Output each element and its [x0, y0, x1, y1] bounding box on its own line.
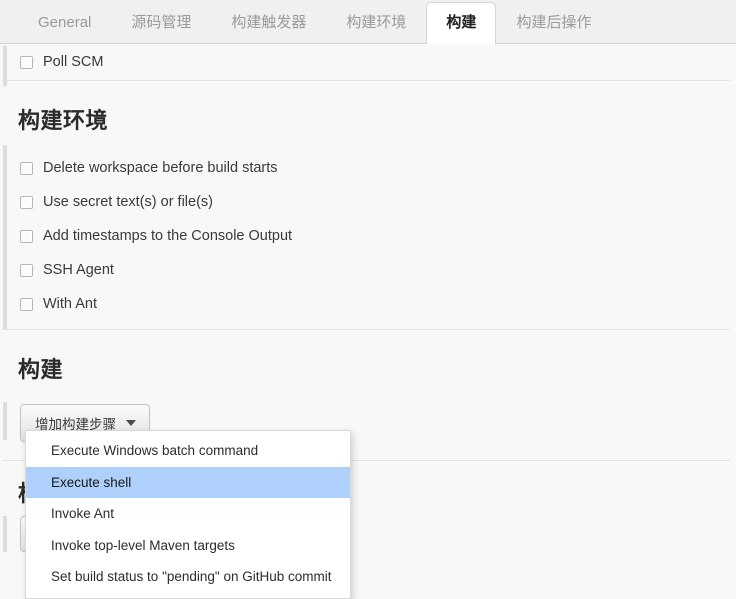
build-step-dropdown-menu: Execute Windows batch command Execute sh…: [25, 430, 351, 599]
use-secret-text-checkbox[interactable]: [20, 195, 33, 209]
poll-scm-row: Poll SCM: [0, 44, 736, 86]
tab-build-triggers[interactable]: 构建触发器: [211, 2, 326, 43]
tab-build-environment[interactable]: 构建环境: [326, 2, 426, 43]
option-ssh-agent: SSH Agent: [0, 253, 736, 287]
menu-item-execute-windows-batch-command[interactable]: Execute Windows batch command: [26, 435, 350, 467]
add-timestamps-label: Add timestamps to the Console Output: [43, 228, 293, 244]
delete-workspace-label: Delete workspace before build starts: [43, 160, 278, 176]
form-rail: [3, 402, 7, 440]
menu-item-invoke-ant[interactable]: Invoke Ant: [26, 498, 350, 530]
tab-source-code-management[interactable]: 源码管理: [111, 2, 211, 43]
ssh-agent-label: SSH Agent: [43, 262, 114, 278]
tab-build[interactable]: 构建: [426, 2, 497, 44]
tab-post-build-actions[interactable]: 构建后操作: [496, 2, 611, 43]
poll-scm-checkbox[interactable]: [20, 55, 33, 69]
tab-general[interactable]: General: [18, 2, 111, 43]
config-tab-bar: General 源码管理 构建触发器 构建环境 构建 构建后操作: [0, 0, 736, 44]
with-ant-checkbox[interactable]: [20, 297, 33, 311]
delete-workspace-checkbox[interactable]: [20, 161, 33, 175]
poll-scm-label: Poll SCM: [43, 54, 104, 70]
menu-item-invoke-top-level-maven-targets[interactable]: Invoke top-level Maven targets: [26, 530, 350, 562]
option-with-ant: With Ant: [0, 287, 736, 321]
use-secret-text-label: Use secret text(s) or file(s): [43, 194, 213, 210]
ssh-agent-checkbox[interactable]: [20, 263, 33, 277]
add-timestamps-checkbox[interactable]: [20, 229, 33, 243]
chevron-down-icon: [126, 420, 136, 426]
option-use-secret-text: Use secret text(s) or file(s): [0, 185, 736, 219]
form-rail: [3, 516, 7, 552]
build-environment-heading: 构建环境: [18, 108, 109, 133]
with-ant-label: With Ant: [43, 296, 97, 312]
build-heading: 构建: [18, 357, 64, 382]
menu-item-execute-shell[interactable]: Execute shell: [26, 466, 350, 498]
build-environment-options: Delete workspace before build starts Use…: [0, 145, 736, 329]
form-rail: [3, 46, 7, 86]
option-add-timestamps: Add timestamps to the Console Output: [0, 219, 736, 253]
option-delete-workspace: Delete workspace before build starts: [0, 151, 736, 185]
